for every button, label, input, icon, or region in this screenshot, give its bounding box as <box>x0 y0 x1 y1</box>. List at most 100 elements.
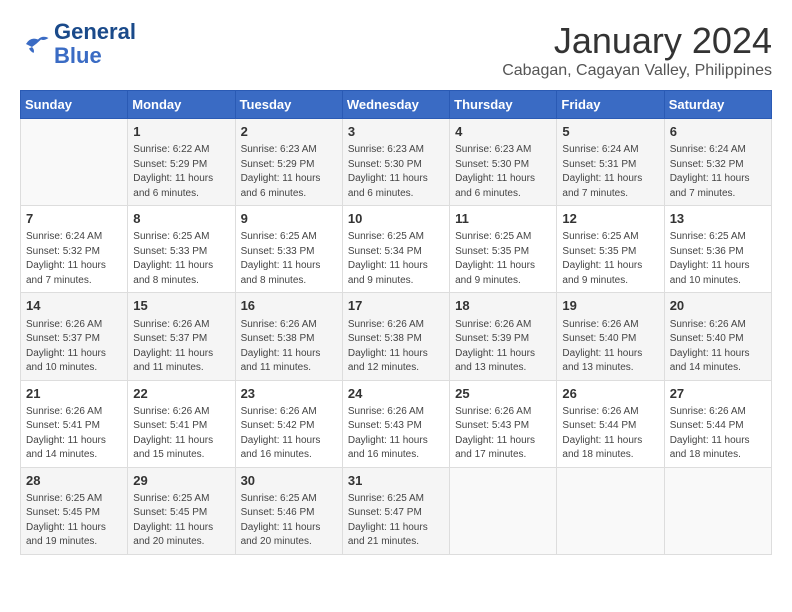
day-info: Sunrise: 6:24 AMSunset: 5:32 PMDaylight:… <box>26 230 122 288</box>
day-number: 8 <box>133 210 229 228</box>
day-cell: 23 Sunrise: 6:26 AMSunset: 5:42 PMDayligh… <box>235 380 342 467</box>
day-info: Sunrise: 6:26 AMSunset: 5:38 PMDaylight:… <box>241 318 337 376</box>
day-cell: 24 Sunrise: 6:26 AMSunset: 5:43 PMDayligh… <box>342 380 449 467</box>
day-number: 28 <box>26 472 122 490</box>
day-info: Sunrise: 6:25 AMSunset: 5:35 PMDaylight:… <box>562 230 658 288</box>
week-row-5: 28 Sunrise: 6:25 AMSunset: 5:45 PMDayligh… <box>21 467 772 554</box>
day-cell: 25 Sunrise: 6:26 AMSunset: 5:43 PMDayligh… <box>450 380 557 467</box>
day-cell: 19 Sunrise: 6:26 AMSunset: 5:40 PMDayligh… <box>557 293 664 380</box>
day-info: Sunrise: 6:26 AMSunset: 5:37 PMDaylight:… <box>26 318 122 376</box>
day-cell: 11 Sunrise: 6:25 AMSunset: 5:35 PMDayligh… <box>450 206 557 293</box>
day-number: 4 <box>455 123 551 141</box>
day-info: Sunrise: 6:26 AMSunset: 5:39 PMDaylight:… <box>455 318 551 376</box>
day-info: Sunrise: 6:25 AMSunset: 5:47 PMDaylight:… <box>348 492 444 550</box>
day-cell: 21 Sunrise: 6:26 AMSunset: 5:41 PMDayligh… <box>21 380 128 467</box>
week-row-4: 21 Sunrise: 6:26 AMSunset: 5:41 PMDayligh… <box>21 380 772 467</box>
day-cell: 1Sunrise: 6:22 AMSunset: 5:29 PMDaylight… <box>128 119 235 206</box>
day-number: 23 <box>241 385 337 403</box>
day-info: Sunrise: 6:25 AMSunset: 5:36 PMDaylight:… <box>670 230 766 288</box>
day-number: 12 <box>562 210 658 228</box>
day-info: Sunrise: 6:25 AMSunset: 5:33 PMDaylight:… <box>241 230 337 288</box>
day-cell: 7 Sunrise: 6:24 AMSunset: 5:32 PMDaylight… <box>21 206 128 293</box>
day-info: Sunrise: 6:23 AMSunset: 5:30 PMDaylight:… <box>348 143 444 201</box>
day-info: Sunrise: 6:26 AMSunset: 5:40 PMDaylight:… <box>562 318 658 376</box>
day-number: 3 <box>348 123 444 141</box>
day-number: 16 <box>241 297 337 315</box>
day-info: Sunrise: 6:26 AMSunset: 5:38 PMDaylight:… <box>348 318 444 376</box>
day-number: 13 <box>670 210 766 228</box>
day-info: Sunrise: 6:26 AMSunset: 5:37 PMDaylight:… <box>133 318 229 376</box>
day-cell: 12 Sunrise: 6:25 AMSunset: 5:35 PMDayligh… <box>557 206 664 293</box>
day-cell: 22 Sunrise: 6:26 AMSunset: 5:41 PMDayligh… <box>128 380 235 467</box>
day-number: 2 <box>241 123 337 141</box>
header-thursday: Thursday <box>450 91 557 119</box>
day-info: Sunrise: 6:24 AMSunset: 5:32 PMDaylight:… <box>670 143 766 201</box>
calendar-subtitle: Cabagan, Cagayan Valley, Philippines <box>502 62 772 80</box>
day-cell: 4 Sunrise: 6:23 AMSunset: 5:30 PMDaylight… <box>450 119 557 206</box>
week-row-2: 7 Sunrise: 6:24 AMSunset: 5:32 PMDaylight… <box>21 206 772 293</box>
day-info: Sunrise: 6:26 AMSunset: 5:42 PMDaylight:… <box>241 405 337 463</box>
day-number: 30 <box>241 472 337 490</box>
day-info: Sunrise: 6:26 AMSunset: 5:43 PMDaylight:… <box>455 405 551 463</box>
logo-icon <box>20 32 50 56</box>
day-number: 26 <box>562 385 658 403</box>
day-cell: 3 Sunrise: 6:23 AMSunset: 5:30 PMDaylight… <box>342 119 449 206</box>
day-cell: 31Sunrise: 6:25 AMSunset: 5:47 PMDayligh… <box>342 467 449 554</box>
day-number: 27 <box>670 385 766 403</box>
day-number: 14 <box>26 297 122 315</box>
day-info: Sunrise: 6:26 AMSunset: 5:44 PMDaylight:… <box>670 405 766 463</box>
day-info: Sunrise: 6:23 AMSunset: 5:30 PMDaylight:… <box>455 143 551 201</box>
day-cell: 16 Sunrise: 6:26 AMSunset: 5:38 PMDayligh… <box>235 293 342 380</box>
calendar-title: January 2024 <box>502 20 772 62</box>
day-info: Sunrise: 6:23 AMSunset: 5:29 PMDaylight:… <box>241 143 337 201</box>
day-cell: 2 Sunrise: 6:23 AMSunset: 5:29 PMDaylight… <box>235 119 342 206</box>
day-info: Sunrise: 6:26 AMSunset: 5:41 PMDaylight:… <box>133 405 229 463</box>
day-number: 18 <box>455 297 551 315</box>
day-info: Sunrise: 6:25 AMSunset: 5:33 PMDaylight:… <box>133 230 229 288</box>
header-friday: Friday <box>557 91 664 119</box>
day-number: 7 <box>26 210 122 228</box>
day-cell <box>557 467 664 554</box>
day-number: 21 <box>26 385 122 403</box>
day-number: 19 <box>562 297 658 315</box>
calendar-table: SundayMondayTuesdayWednesdayThursdayFrid… <box>20 90 772 555</box>
day-number: 24 <box>348 385 444 403</box>
day-number: 22 <box>133 385 229 403</box>
day-number: 9 <box>241 210 337 228</box>
day-info: Sunrise: 6:26 AMSunset: 5:43 PMDaylight:… <box>348 405 444 463</box>
calendar-header-row: SundayMondayTuesdayWednesdayThursdayFrid… <box>21 91 772 119</box>
day-number: 6 <box>670 123 766 141</box>
day-number: 17 <box>348 297 444 315</box>
day-cell: 30Sunrise: 6:25 AMSunset: 5:46 PMDayligh… <box>235 467 342 554</box>
page-header: General Blue January 2024 Cabagan, Cagay… <box>20 20 772 80</box>
day-cell: 13 Sunrise: 6:25 AMSunset: 5:36 PMDayligh… <box>664 206 771 293</box>
day-cell: 9 Sunrise: 6:25 AMSunset: 5:33 PMDaylight… <box>235 206 342 293</box>
day-info: Sunrise: 6:26 AMSunset: 5:40 PMDaylight:… <box>670 318 766 376</box>
week-row-1: 1Sunrise: 6:22 AMSunset: 5:29 PMDaylight… <box>21 119 772 206</box>
day-cell: 20Sunrise: 6:26 AMSunset: 5:40 PMDayligh… <box>664 293 771 380</box>
day-number: 1 <box>133 123 229 141</box>
day-info: Sunrise: 6:25 AMSunset: 5:45 PMDaylight:… <box>133 492 229 550</box>
header-saturday: Saturday <box>664 91 771 119</box>
day-cell <box>21 119 128 206</box>
day-info: Sunrise: 6:25 AMSunset: 5:34 PMDaylight:… <box>348 230 444 288</box>
logo: General Blue <box>20 20 136 68</box>
day-cell: 29 Sunrise: 6:25 AMSunset: 5:45 PMDayligh… <box>128 467 235 554</box>
day-cell: 10Sunrise: 6:25 AMSunset: 5:34 PMDayligh… <box>342 206 449 293</box>
day-number: 29 <box>133 472 229 490</box>
day-info: Sunrise: 6:26 AMSunset: 5:41 PMDaylight:… <box>26 405 122 463</box>
logo-general: General <box>54 19 136 44</box>
day-cell <box>450 467 557 554</box>
day-cell <box>664 467 771 554</box>
day-number: 25 <box>455 385 551 403</box>
day-cell: 8 Sunrise: 6:25 AMSunset: 5:33 PMDaylight… <box>128 206 235 293</box>
day-info: Sunrise: 6:25 AMSunset: 5:35 PMDaylight:… <box>455 230 551 288</box>
day-info: Sunrise: 6:25 AMSunset: 5:45 PMDaylight:… <box>26 492 122 550</box>
day-number: 15 <box>133 297 229 315</box>
day-info: Sunrise: 6:24 AMSunset: 5:31 PMDaylight:… <box>562 143 658 201</box>
week-row-3: 14 Sunrise: 6:26 AMSunset: 5:37 PMDayligh… <box>21 293 772 380</box>
title-block: January 2024 Cabagan, Cagayan Valley, Ph… <box>502 20 772 80</box>
day-cell: 17 Sunrise: 6:26 AMSunset: 5:38 PMDayligh… <box>342 293 449 380</box>
day-number: 11 <box>455 210 551 228</box>
day-cell: 18 Sunrise: 6:26 AMSunset: 5:39 PMDayligh… <box>450 293 557 380</box>
